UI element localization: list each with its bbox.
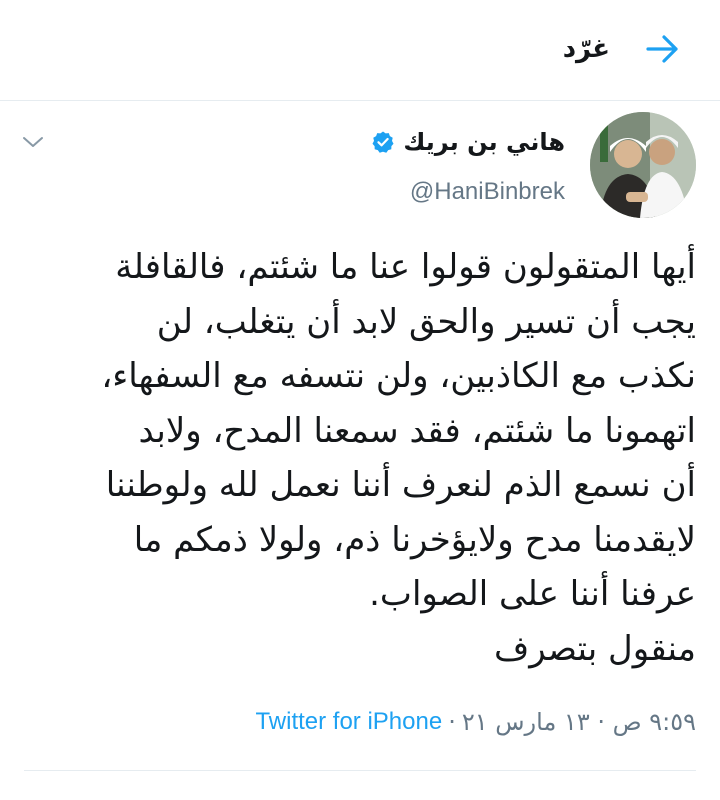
avatar-photo <box>590 112 696 218</box>
top-bar: غرّد <box>0 0 720 101</box>
author-display-name[interactable]: هاني بن بريك <box>403 128 565 156</box>
tweet-text-line: نكذب مع الكاذبين، ولن نتسفه مع السفهاء، <box>101 356 696 396</box>
page-title: غرّد <box>562 34 610 64</box>
tweet-text-line: يجب أن تسير والحق لابد أن يتغلب، لن <box>156 301 696 342</box>
meta-separator: · <box>448 708 456 736</box>
tweet-menu-button[interactable] <box>22 134 44 153</box>
author-name-row[interactable]: هاني بن بريك <box>371 128 565 156</box>
tweet-timestamp[interactable]: ٩:٥٩ ص · ١٣ مارس ٢١ <box>462 708 696 736</box>
back-button[interactable] <box>644 30 682 68</box>
tweet-text-line: لايقدمنا مدح ولايؤخرنا ذم، ولولا ذمكم ما <box>133 519 696 560</box>
tweet-text: أيها المتقولون قولوا عنا ما شئتم، فالقاف… <box>20 240 696 676</box>
tweet-text-line: اتهمونا ما شئتم، فقد سمعنا المدح، ولابد <box>138 410 696 451</box>
tweet-text-line: عرفنا أننا على الصواب. <box>369 574 696 614</box>
tweet-text-line: منقول بتصرف <box>494 628 696 669</box>
tweet-text-line: أن نسمع الذم لنعرف أننا نعمل لله ولوطننا <box>105 465 696 505</box>
divider <box>24 770 696 771</box>
chevron-down-icon <box>23 137 43 147</box>
author-handle[interactable]: @HaniBinbrek <box>410 178 565 206</box>
tweet-text-line: أيها المتقولون قولوا عنا ما شئتم، فالقاف… <box>115 247 696 287</box>
verified-badge-icon <box>372 131 394 153</box>
arrow-right-icon <box>646 35 678 63</box>
avatar[interactable] <box>590 112 696 218</box>
tweet-meta: ٩:٥٩ ص · ١٣ مارس ٢١ · Twitter for iPhone <box>255 708 696 736</box>
tweet-source-link[interactable]: Twitter for iPhone <box>255 708 442 736</box>
